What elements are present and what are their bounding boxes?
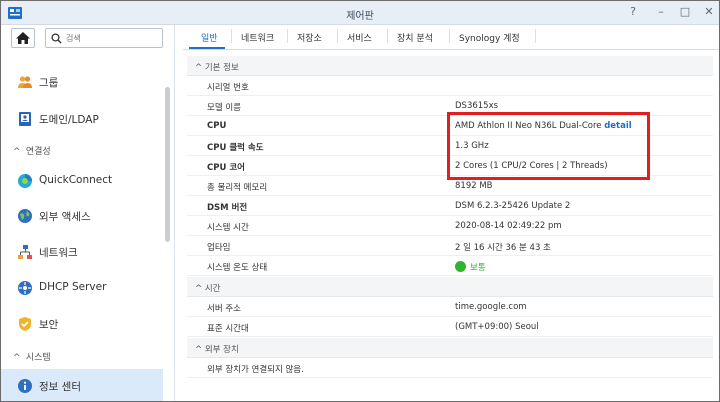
sidebar-item-label: 그룹 (39, 77, 59, 89)
info-label: 서버 주소 (207, 304, 241, 314)
info-value: (GMT+09:00) Seoul (455, 322, 539, 332)
section-connectivity[interactable]: ^ 연결성 (13, 144, 51, 157)
tab-divider (449, 29, 450, 43)
sidebar-item-security[interactable]: 보안 (1, 307, 163, 341)
sidebar-item-label: 보안 (39, 319, 59, 331)
close-button[interactable]: ✕ (703, 6, 715, 18)
dhcp-server-icon (18, 281, 32, 295)
section-title: 외부 장치 (204, 345, 239, 355)
section-header-time[interactable]: ^ 시간 (187, 277, 713, 297)
info-label: DSM 버전 (207, 203, 248, 213)
quickconnect-icon (18, 174, 32, 188)
tab-services[interactable]: 서비스 (347, 31, 372, 44)
security-shield-icon (19, 317, 31, 331)
info-label: CPU 클럭 속도 (207, 143, 264, 153)
info-row-uptime: 업타임 2 일 16 시간 36 분 43 초 (187, 236, 713, 256)
title-bar: 제어판 ? – □ ✕ (1, 1, 719, 25)
sidebar-item-dhcp-server[interactable]: DHCP Server (1, 271, 163, 305)
network-icon (18, 245, 32, 259)
sidebar-item-info-center[interactable]: 정보 센터 (1, 369, 163, 401)
sidebar-item-external-access[interactable]: 외부 액세스 (1, 199, 163, 233)
sidebar-item-label: DHCP Server (39, 281, 107, 293)
home-button[interactable] (11, 28, 35, 48)
chevron-up-icon: ^ (13, 147, 21, 157)
info-value: 2020-08-14 02:49:22 pm (455, 221, 562, 231)
info-label: CPU (207, 121, 227, 131)
section-header-basic-info[interactable]: ^ 기본 정보 (187, 56, 713, 76)
sidebar-item-group[interactable]: 그룹 (1, 65, 163, 99)
info-row-timezone: 표준 시간대 (GMT+09:00) Seoul (187, 317, 713, 337)
minimize-button[interactable]: – (655, 6, 667, 18)
sidebar-item-network[interactable]: 네트워크 (1, 235, 163, 269)
info-label: 시스템 시간 (207, 223, 249, 233)
sidebar-item-label: QuickConnect (39, 174, 113, 186)
section-label: 연결성 (25, 147, 51, 157)
cpu-highlight-box (447, 112, 650, 180)
section-label: 시스템 (25, 353, 51, 363)
info-value: 8192 MB (455, 181, 493, 191)
chevron-up-icon: ^ (195, 284, 205, 294)
sidebar-item-label: 외부 액세스 (39, 211, 91, 223)
search-icon (51, 33, 62, 44)
info-row-external-devices: 외부 장치가 연결되지 않음. (187, 358, 713, 378)
sidebar-item-label: 도메인/LDAP (39, 114, 99, 126)
chevron-up-icon: ^ (195, 63, 205, 73)
tab-bar: 일반 네트워크 저장소 서비스 장치 분석 Synology 계정 (183, 25, 719, 50)
info-value: DS3615xs (455, 101, 499, 111)
info-row-serial: 시리얼 번호 (187, 76, 713, 96)
section-system[interactable]: ^ 시스템 (13, 350, 51, 363)
tab-general[interactable]: 일반 (201, 31, 218, 44)
info-row-dsm-version: DSM 버전 DSM 6.2.3-25426 Update 2 (187, 196, 713, 216)
tab-divider (287, 29, 288, 43)
info-label: 시스템 온도 상태 (207, 263, 268, 273)
help-button[interactable]: ? (627, 6, 639, 18)
search-input[interactable] (66, 31, 158, 45)
search-box[interactable] (45, 28, 163, 48)
info-row-ntp-server: 서버 주소 time.google.com (187, 297, 713, 317)
section-title: 기본 정보 (204, 63, 239, 73)
info-row-thermal-status: 시스템 온도 상태 보통 (187, 256, 713, 276)
info-label: 모델 이름 (207, 103, 241, 113)
window-title: 제어판 (346, 11, 374, 22)
chevron-up-icon: ^ (13, 353, 21, 363)
control-panel-window: 제어판 ? – □ ✕ 그룹 (0, 0, 720, 402)
tab-synology-account[interactable]: Synology 계정 (459, 31, 520, 44)
info-label: 표준 시간대 (207, 324, 249, 334)
info-label: CPU 코어 (207, 163, 245, 173)
general-info-panel: ^ 기본 정보 시리얼 번호 모델 이름 DS3615xs CPU AMD At… (183, 53, 719, 401)
section-header-external-devices[interactable]: ^ 외부 장치 (187, 338, 713, 358)
sidebar: 그룹 도메인/LDAP ^ 연결성 QuickConnect (1, 25, 175, 401)
info-message: 외부 장치가 연결되지 않음. (207, 365, 304, 375)
chevron-up-icon: ^ (195, 345, 205, 355)
section-title: 시간 (204, 284, 221, 294)
tab-divider (535, 29, 536, 43)
sidebar-item-domain-ldap[interactable]: 도메인/LDAP (1, 102, 163, 136)
domain-ldap-icon (19, 112, 31, 126)
info-row-system-time: 시스템 시간 2020-08-14 02:49:22 pm (187, 216, 713, 236)
info-value: 2 일 16 시간 36 분 43 초 (455, 243, 551, 253)
tab-network[interactable]: 네트워크 (241, 31, 274, 44)
sidebar-item-quickconnect[interactable]: QuickConnect (1, 164, 163, 198)
info-label: 총 물리적 메모리 (207, 183, 268, 193)
info-label: 업타임 (207, 243, 231, 253)
tab-device-analysis[interactable]: 장치 분석 (397, 31, 433, 44)
info-value: 보통 (470, 263, 486, 273)
info-label: 시리얼 번호 (207, 83, 249, 93)
group-icon (18, 76, 32, 88)
tab-divider (337, 29, 338, 43)
tab-divider (231, 29, 232, 43)
status-ok-icon (455, 261, 466, 272)
sidebar-item-label: 정보 센터 (39, 381, 81, 393)
active-tab-indicator (189, 47, 225, 49)
info-center-icon (18, 379, 32, 393)
info-value: DSM 6.2.3-25426 Update 2 (455, 201, 571, 211)
tab-divider (387, 29, 388, 43)
tab-storage[interactable]: 저장소 (297, 31, 322, 44)
info-value: time.google.com (455, 302, 527, 312)
sidebar-item-label: 네트워크 (39, 247, 78, 259)
maximize-button[interactable]: □ (679, 6, 691, 18)
sidebar-scrollbar[interactable] (165, 87, 170, 242)
home-icon (16, 32, 30, 44)
external-access-icon (18, 209, 32, 223)
